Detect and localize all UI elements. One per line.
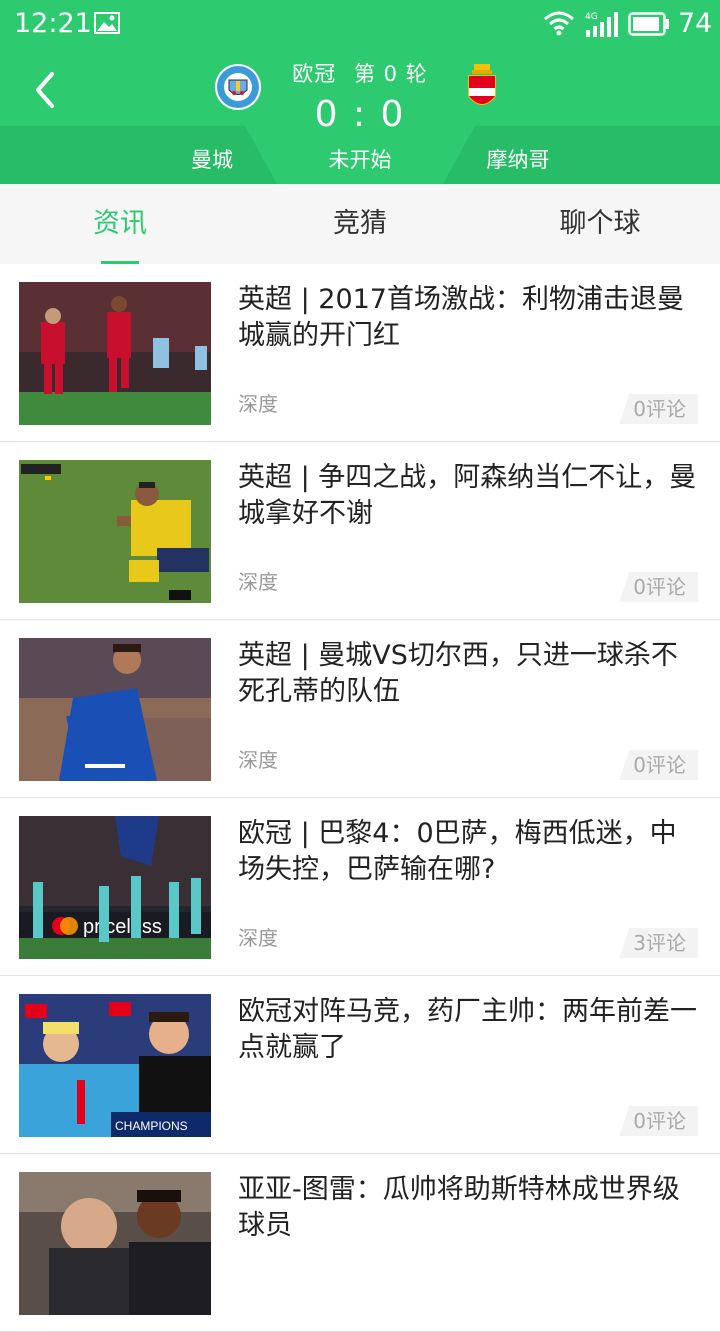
news-thumbnail[interactable]: priceless: [19, 816, 211, 959]
back-icon[interactable]: [24, 64, 68, 116]
news-thumbnail[interactable]: CHAMPIONS: [19, 994, 211, 1137]
status-bar: 12:21 4G 74: [0, 0, 720, 50]
wifi-icon: [544, 11, 574, 36]
comment-count: 0评论: [619, 750, 698, 780]
news-tag: 深度: [238, 748, 278, 772]
news-tag: 深度: [238, 926, 278, 950]
thumbnail-champions-text: CHAMPIONS: [115, 1119, 188, 1133]
match-info: 欧冠 第 0 轮 0 : 0: [290, 58, 430, 135]
news-title[interactable]: 英超 | 争四之战，阿森纳当仁不让，曼城拿好不谢: [238, 460, 702, 532]
news-list: 英超 | 2017首场激战：利物浦击退曼城赢的开门红 深度 0评论 英超 | 争…: [0, 264, 720, 1332]
home-team-badge[interactable]: [214, 63, 262, 111]
comment-count: 0评论: [619, 1106, 698, 1136]
match-competition-line: 欧冠 第 0 轮: [290, 58, 430, 88]
news-item[interactable]: CHAMPIONS 欧冠对阵马竞，药厂主帅：两年前差一点就赢了 0评论: [0, 976, 720, 1154]
news-thumbnail[interactable]: [19, 638, 211, 781]
news-item[interactable]: 英超 | 争四之战，阿森纳当仁不让，曼城拿好不谢 深度 0评论: [0, 442, 720, 620]
home-team-name[interactable]: 曼城: [160, 144, 264, 174]
competition-name: 欧冠: [292, 62, 337, 86]
round-label: 第 0 轮: [353, 62, 428, 86]
news-title[interactable]: 欧冠 | 巴黎4：0巴萨，梅西低迷，中场失控，巴萨输在哪?: [238, 816, 702, 888]
tab-bar: 资讯 竞猜 聊个球: [0, 184, 720, 264]
tab-chat[interactable]: 聊个球: [480, 184, 720, 264]
news-tag: 深度: [238, 392, 278, 416]
news-title[interactable]: 英超 | 曼城VS切尔西，只进一球杀不死孔蒂的队伍: [238, 638, 702, 710]
comment-count: 0评论: [619, 394, 698, 424]
news-item[interactable]: 亚亚-图雷：瓜帅将助斯特林成世界级球员: [0, 1154, 720, 1332]
network-type-label: 4G: [585, 12, 598, 22]
away-team-name[interactable]: 摩纳哥: [466, 144, 570, 174]
news-tag: 深度: [238, 570, 278, 594]
thumbnail-sponsor-text: priceless: [83, 916, 162, 938]
match-header: 12:21 4G 74 欧冠 第 0 轮 0: 0 曼城 未开始 摩纳哥: [0, 0, 720, 184]
news-thumbnail[interactable]: [19, 460, 211, 603]
tab-predict[interactable]: 竞猜: [240, 184, 480, 264]
news-title[interactable]: 亚亚-图雷：瓜帅将助斯特林成世界级球员: [238, 1172, 702, 1244]
news-item[interactable]: 英超 | 曼城VS切尔西，只进一球杀不死孔蒂的队伍 深度 0评论: [0, 620, 720, 798]
tab-news[interactable]: 资讯: [0, 184, 240, 264]
match-status: 未开始: [328, 148, 392, 172]
match-score: 0 : 0: [314, 94, 406, 135]
battery-level: 74: [678, 8, 713, 39]
news-item[interactable]: priceless 欧冠 | 巴黎4：0巴萨，梅西低迷，中场失控，巴萨输在哪? …: [0, 798, 720, 976]
comment-count: 0评论: [619, 572, 698, 602]
news-title[interactable]: 英超 | 2017首场激战：利物浦击退曼城赢的开门红: [238, 282, 702, 354]
status-time: 12:21: [14, 8, 92, 39]
comment-count: 3评论: [619, 928, 698, 958]
battery-icon: [628, 12, 669, 36]
news-title[interactable]: 欧冠对阵马竞，药厂主帅：两年前差一点就赢了: [238, 994, 702, 1066]
signal-icon: 4G: [585, 12, 618, 37]
news-item[interactable]: 英超 | 2017首场激战：利物浦击退曼城赢的开门红 深度 0评论: [0, 264, 720, 442]
news-thumbnail[interactable]: [19, 282, 211, 425]
image-icon: [94, 12, 120, 34]
news-thumbnail[interactable]: [19, 1172, 211, 1315]
away-team-badge[interactable]: [466, 62, 498, 114]
